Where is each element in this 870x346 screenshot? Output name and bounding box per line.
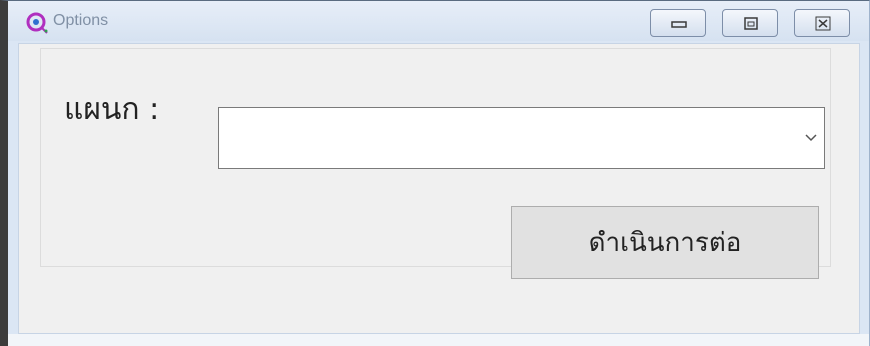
proceed-button[interactable]: ดำเนินการต่อ (511, 206, 819, 279)
department-label: แผนก : (64, 92, 160, 127)
window-bottom-edge (8, 334, 869, 346)
minimize-button[interactable] (650, 9, 706, 37)
minimize-icon (671, 21, 687, 28)
maximize-button[interactable] (722, 9, 778, 37)
department-combobox[interactable] (218, 107, 825, 169)
window-title: Options (53, 12, 109, 29)
chevron-down-icon[interactable] (804, 132, 818, 142)
close-icon (815, 16, 831, 31)
options-window: Options แผนก : ดำเนินการต่อ (0, 0, 870, 346)
maximize-icon (744, 17, 758, 30)
title-bar[interactable]: Options (8, 1, 869, 41)
app-icon (26, 12, 48, 34)
close-button[interactable] (794, 9, 850, 37)
